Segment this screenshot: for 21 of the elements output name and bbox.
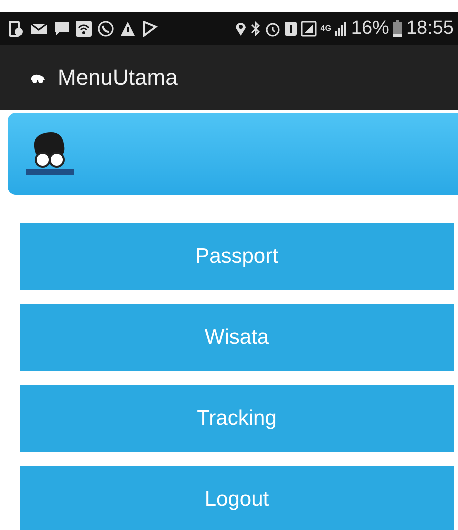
menu-button[interactable]: Wisata xyxy=(20,304,454,371)
signal-box-icon xyxy=(300,20,317,36)
phone-clock-icon xyxy=(8,20,24,36)
battery-icon xyxy=(393,20,402,37)
alarm-icon xyxy=(264,20,281,36)
phone-bubble-icon xyxy=(98,20,114,36)
menu-button[interactable]: Logout xyxy=(20,466,454,530)
wifi-icon xyxy=(76,20,92,36)
location-icon xyxy=(234,20,247,36)
menu-button[interactable]: Passport xyxy=(20,223,454,290)
bluetooth-icon xyxy=(250,20,261,36)
app-title: MenuUtama xyxy=(58,64,178,90)
sim-icon xyxy=(284,20,297,36)
clock-time: 18:55 xyxy=(406,18,454,40)
network-type: 4G xyxy=(320,24,332,33)
menu-button[interactable]: Tracking xyxy=(20,385,454,452)
mail-icon xyxy=(30,22,48,36)
warning-icon xyxy=(120,20,136,36)
battery-percent: 16% xyxy=(351,18,390,40)
chat-icon xyxy=(54,20,70,36)
signal-icon xyxy=(335,20,348,36)
